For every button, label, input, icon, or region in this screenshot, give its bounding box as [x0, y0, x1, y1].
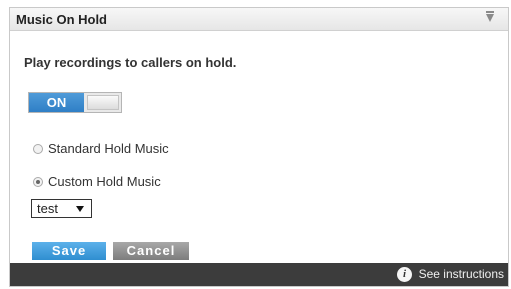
panel-header[interactable]: Music On Hold [10, 8, 508, 31]
custom-music-select[interactable]: test [31, 199, 92, 218]
panel-description: Play recordings to callers on hold. [24, 55, 237, 70]
dropdown-arrow-icon [76, 206, 84, 212]
custom-music-select-value: test [37, 201, 58, 216]
save-button[interactable]: Save [32, 242, 106, 260]
panel-footer: i See instructions [10, 263, 508, 286]
info-icon[interactable]: i [397, 267, 412, 282]
cancel-button[interactable]: Cancel [113, 242, 189, 260]
music-on-hold-panel: Music On Hold Play recordings to callers… [9, 7, 509, 287]
panel-title: Music On Hold [16, 12, 107, 27]
toggle-on-label: ON [29, 93, 84, 112]
standard-hold-music-radio[interactable] [33, 144, 43, 154]
custom-hold-music-radio[interactable] [33, 177, 43, 187]
on-off-toggle[interactable]: ON [28, 92, 122, 113]
see-instructions-link[interactable]: See instructions [419, 267, 504, 281]
custom-hold-music-label: Custom Hold Music [48, 174, 161, 189]
standard-hold-music-label: Standard Hold Music [48, 141, 169, 156]
toggle-handle [87, 95, 119, 110]
chevron-down-icon[interactable] [486, 11, 494, 22]
